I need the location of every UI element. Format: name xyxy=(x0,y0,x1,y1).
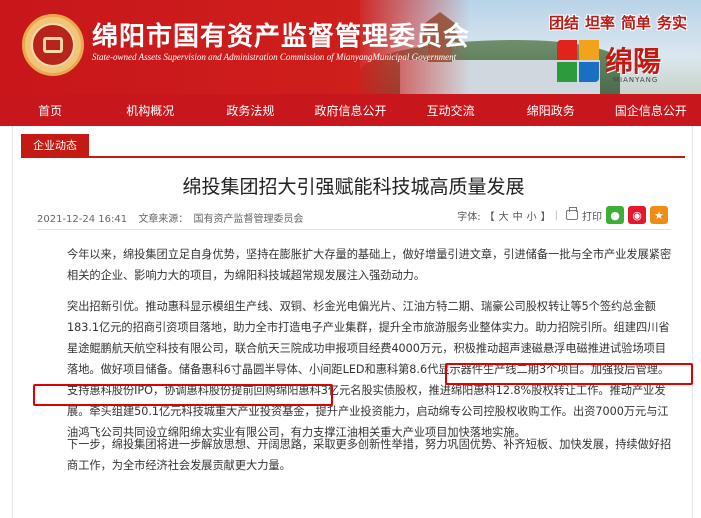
main-content: 企业动态 绵投集团招大引强赋能科技城高质量发展 2021-12-24 16:41… xyxy=(12,126,693,518)
article-date: 2021-12-24 16:41 xyxy=(37,214,128,225)
nav-soe-info[interactable]: 国企信息公开 xyxy=(601,94,701,126)
section-tab-company-news[interactable]: 企业动态 xyxy=(21,134,89,156)
site-title[interactable]: 绵阳市国有资产监督管理委员会 xyxy=(92,16,470,53)
font-bracket-open: 【 xyxy=(484,211,495,223)
city-logo-en: MIANYANG xyxy=(613,76,659,84)
nav-organization[interactable]: 机构概况 xyxy=(100,94,200,126)
city-logo-mark-icon xyxy=(557,40,601,84)
print-icon[interactable] xyxy=(566,207,578,220)
nav-gov-info[interactable]: 政府信息公开 xyxy=(300,94,400,126)
article-meta: 2021-12-24 16:41 文章来源： 国有资产监督管理委员会 xyxy=(37,210,312,225)
weibo-icon[interactable]: ◉ xyxy=(628,206,646,224)
article-paragraph-1: 今年以来，绵投集团立足自身优势，坚持在膨胀扩大存量的基础上，做好增量引进文章，引… xyxy=(67,248,672,282)
mianyang-city-logo: 绵陽 MIANYANG xyxy=(557,40,679,88)
article-title: 绵投集团招大引强赋能科技城高质量发展 xyxy=(182,176,525,198)
nav-mianyang-affairs[interactable]: 绵阳政务 xyxy=(501,94,601,126)
slogan-3: 简单 xyxy=(620,14,651,32)
favorite-icon[interactable]: ★ xyxy=(650,206,668,224)
article-tools: 字体: 【 大 中 小 】 | 打印 ● ◉ ★ xyxy=(457,206,668,224)
print-link[interactable]: 打印 xyxy=(582,208,602,223)
tools-separator: | xyxy=(554,209,558,221)
font-bracket-close: 】 xyxy=(540,211,551,223)
wechat-icon[interactable]: ● xyxy=(606,206,624,224)
font-size-medium[interactable]: 中 xyxy=(513,208,523,223)
font-size-label: 字体: xyxy=(457,211,481,223)
site-subtitle: State-owned Assets Supervision and Admin… xyxy=(92,52,457,62)
nav-interaction[interactable]: 互动交流 xyxy=(401,94,501,126)
header-banner: 绵阳市国有资产监督管理委员会 State-owned Assets Superv… xyxy=(0,0,701,94)
meta-divider xyxy=(37,229,671,230)
main-nav: 首页 机构概况 政务法规 政府信息公开 互动交流 绵阳政务 国企信息公开 xyxy=(0,94,701,126)
font-size-small[interactable]: 小 xyxy=(527,208,537,223)
article-publisher: 国有资产监督管理委员会 xyxy=(193,214,304,225)
font-size-large[interactable]: 大 xyxy=(499,208,509,223)
nav-home[interactable]: 首页 xyxy=(0,94,100,126)
nav-regulations[interactable]: 政务法规 xyxy=(200,94,300,126)
city-logo-text: 绵陽 xyxy=(605,45,662,78)
slogan-4: 务实 xyxy=(656,14,687,32)
article-paragraph-3: 下一步，绵投集团将进一步解放思想、开阔思路，采取更多创新性举措，努力巩固优势、补… xyxy=(67,438,672,472)
section-divider xyxy=(21,156,685,158)
sasac-emblem-icon[interactable] xyxy=(22,14,84,76)
slogan-group: 团结 坦率 简单 务实 xyxy=(549,12,687,33)
slogan-2: 坦率 xyxy=(584,14,615,32)
article-source-label: 文章来源： xyxy=(138,214,189,225)
article-paragraph-2: 突出招新引优。推动惠科显示模组生产线、双铜、杉金光电偏光片、江油方特二期、瑞豪公… xyxy=(67,300,670,439)
slogan-1: 团结 xyxy=(548,14,579,32)
